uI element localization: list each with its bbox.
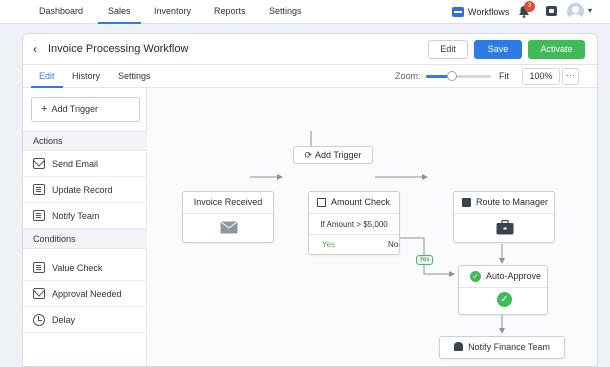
auto-approve-title: Auto-Approve (486, 271, 542, 281)
node-notify-finance[interactable]: Notify Finance Team (439, 336, 565, 359)
sidebar-item-value-check[interactable]: Value Check (23, 255, 147, 281)
workflows-label: Workflows (468, 7, 510, 17)
page-title: Invoice Processing Workflow (48, 43, 189, 55)
refresh-icon: ⟳ (304, 150, 312, 160)
edit-button[interactable]: Edit (428, 40, 468, 59)
tab-history[interactable]: History (72, 65, 100, 88)
yes-branch-label: Yes (322, 240, 336, 249)
grid-icon (317, 198, 326, 207)
sidebar-item-approval-needed[interactable]: Approval Needed (23, 281, 147, 307)
briefcase-icon (496, 220, 514, 235)
conditions-section-header: Conditions (23, 229, 147, 249)
notification-badge: 3 (524, 1, 535, 12)
node-auto-approve[interactable]: ✓ Auto-Approve ✓ (458, 265, 548, 315)
node-title: Route to Manager (454, 192, 554, 214)
node-body (454, 214, 554, 243)
canvas-add-trigger-button[interactable]: ⟳ Add Trigger (293, 146, 373, 164)
workflows-link[interactable]: Workflows (452, 4, 509, 20)
canvas-add-trigger-label: Add Trigger (315, 150, 362, 160)
save-button[interactable]: Save (474, 40, 522, 59)
node-title: Amount Check (309, 192, 399, 214)
zoom-level-display[interactable]: 100% (522, 68, 560, 85)
sidebar-add-trigger-label: Add Trigger (51, 104, 98, 114)
notify-icon (33, 210, 45, 221)
node-route-to-manager[interactable]: Route to Manager (453, 191, 555, 243)
workflow-icon (452, 7, 464, 17)
check-circle-icon: ✓ (497, 292, 512, 307)
zoom-slider[interactable] (426, 75, 491, 78)
sidebar-item-label: Delay (52, 315, 76, 325)
fit-button[interactable]: Fit (499, 65, 509, 87)
notify-finance-label: Notify Finance Team (468, 342, 550, 352)
sidebar-item-send-email[interactable]: Send Email (23, 151, 147, 177)
yes-branch-badge: Yes (416, 255, 433, 265)
envelope-icon (220, 221, 238, 234)
actions-section-header: Actions (23, 131, 147, 151)
node-amount-check[interactable]: Amount Check If Amount > $5,000 Yes No (308, 191, 400, 255)
envelope-icon (33, 158, 45, 169)
nav-reports[interactable]: Reports (214, 0, 246, 24)
sidebar-item-update-record[interactable]: Update Record (23, 177, 147, 203)
node-title: Invoice Received (183, 192, 273, 214)
back-arrow-icon[interactable]: ‹ (33, 42, 37, 56)
record-icon (33, 184, 45, 195)
sidebar-item-label: Value Check (52, 263, 103, 273)
component-sidebar: + Add Trigger Actions Send Email Update R… (23, 88, 147, 366)
node-title: ✓ Auto-Approve (459, 266, 547, 288)
card-header: ‹ Invoice Processing Workflow Edit Save … (23, 34, 597, 65)
zoom-label: Zoom: (395, 71, 421, 81)
nav-sales[interactable]: Sales (98, 0, 141, 24)
approval-icon (33, 288, 45, 299)
bell-icon (454, 342, 464, 351)
amount-condition: If Amount > $5,000 (309, 214, 399, 235)
no-branch-label: No (388, 240, 399, 249)
more-options-button[interactable]: ··· (562, 68, 579, 85)
sidebar-item-label: Update Record (52, 185, 113, 195)
nav-dashboard[interactable]: Dashboard (39, 0, 83, 24)
value-check-icon (33, 262, 45, 273)
nav-settings[interactable]: Settings (269, 0, 302, 24)
top-navigation: Dashboard Sales Inventory Reports Settin… (0, 0, 610, 24)
sidebar-item-label: Send Email (52, 159, 99, 169)
activate-button[interactable]: Activate (528, 40, 585, 59)
tab-bar: Edit History Settings Zoom: Fit 100% ··· (23, 65, 597, 88)
plus-icon: + (41, 103, 48, 115)
sidebar-item-label: Notify Team (52, 211, 100, 221)
chevron-down-icon[interactable]: ▾ (588, 6, 592, 15)
check-circle-icon: ✓ (470, 271, 481, 282)
nav-inventory[interactable]: Inventory (154, 0, 191, 24)
zoom-slider-handle[interactable] (447, 71, 457, 81)
tab-edit[interactable]: Edit (31, 65, 63, 88)
workflow-editor-card: ‹ Invoice Processing Workflow Edit Save … (22, 33, 598, 367)
sidebar-item-label: Approval Needed (52, 289, 122, 299)
node-body (183, 214, 273, 243)
sidebar-item-notify-team[interactable]: Notify Team (23, 203, 147, 229)
workflow-canvas[interactable]: ⟳ Add Trigger Invoice Received Amount Che… (148, 88, 597, 366)
sidebar-add-trigger-button[interactable]: + Add Trigger (31, 97, 140, 122)
tab-settings[interactable]: Settings (118, 65, 151, 88)
node-invoice-received[interactable]: Invoice Received (182, 191, 274, 243)
sidebar-item-delay[interactable]: Delay (23, 307, 147, 333)
messages-icon[interactable] (546, 6, 557, 16)
route-title: Route to Manager (476, 197, 549, 207)
user-avatar[interactable] (567, 3, 584, 20)
clock-icon (33, 314, 45, 326)
clipboard-icon (462, 198, 471, 207)
amount-check-title: Amount Check (331, 197, 391, 207)
node-body: ✓ (459, 288, 547, 315)
